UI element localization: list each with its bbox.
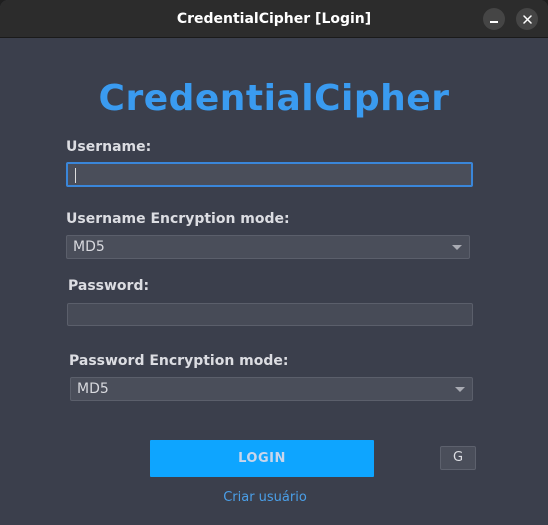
- login-window: CredentialCipher [Login] CredentialCiphe…: [0, 0, 548, 525]
- username-label: Username:: [66, 139, 152, 155]
- login-button[interactable]: LOGIN: [150, 440, 374, 477]
- close-button[interactable]: [516, 8, 538, 30]
- password-encryption-label: Password Encryption mode:: [69, 353, 289, 369]
- text-caret: [75, 168, 76, 183]
- username-field[interactable]: [66, 162, 473, 187]
- password-field[interactable]: [67, 303, 473, 326]
- password-label: Password:: [68, 278, 150, 294]
- title-bar[interactable]: CredentialCipher [Login]: [0, 0, 548, 38]
- username-encryption-select[interactable]: MD5: [66, 235, 470, 259]
- chevron-down-icon: [455, 387, 465, 392]
- minimize-icon: [490, 21, 498, 23]
- app-title: CredentialCipher: [98, 78, 450, 119]
- create-user-link[interactable]: Criar usuário: [0, 490, 530, 505]
- password-encryption-select[interactable]: MD5: [70, 377, 473, 401]
- password-encryption-value: MD5: [77, 381, 109, 397]
- username-encryption-value: MD5: [73, 239, 105, 255]
- minimize-button[interactable]: [483, 8, 505, 30]
- chevron-down-icon: [452, 245, 462, 250]
- close-icon: [522, 14, 532, 24]
- g-button[interactable]: G: [440, 446, 476, 470]
- username-encryption-label: Username Encryption mode:: [66, 211, 290, 227]
- window-title: CredentialCipher [Login]: [176, 11, 372, 27]
